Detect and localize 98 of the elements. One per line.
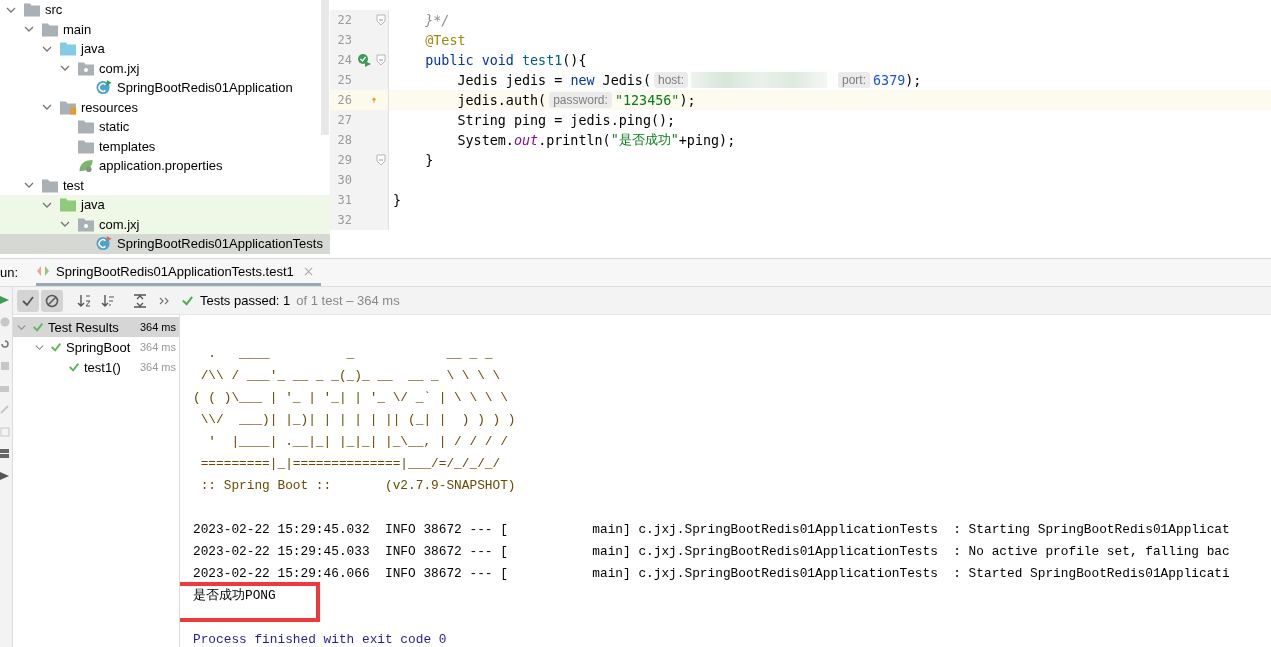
log-line: 2023-02-22 15:29:45.033 INFO 38672 --- [ main] c.jxj.SpringBootRedis01ApplicationTests : No active profile set, falling bac: [193, 543, 1231, 561]
tree-item[interactable]: test: [0, 175, 330, 195]
parameter-hint: port:: [838, 72, 871, 88]
line-number: 22: [336, 13, 352, 27]
test-summary: of 1 test – 364 ms: [296, 293, 400, 308]
tree-item[interactable]: java: [0, 39, 330, 59]
line-number: 31: [336, 193, 352, 207]
exit-message: Process finished with exit code 0: [193, 631, 448, 647]
run-test-icon[interactable]: [357, 53, 371, 67]
leaf-icon: [78, 158, 94, 174]
code-token: Jedis jedis =: [456, 72, 564, 88]
banner-line: . ____ _ __ _ _: [207, 345, 494, 363]
code-token: );: [905, 72, 922, 88]
expand-all-icon: [133, 293, 147, 308]
folder-icon: [60, 41, 76, 57]
folder-icon: [42, 177, 58, 193]
test-result-item[interactable]: Test Results 364 ms: [13, 317, 179, 337]
tree-item[interactable]: com.jxj: [0, 58, 330, 78]
log-line: 2023-02-22 15:29:45.032 INFO 38672 --- [ main] c.jxj.SpringBootRedis01ApplicationTests : Starting SpringBootRedis01Applicat: [193, 521, 1231, 539]
banner-line: :: Spring Boot :: (v2.7.9-SNAPSHOT): [199, 477, 517, 495]
tree-item[interactable]: com.jxj: [0, 214, 330, 234]
tree-item[interactable]: resources: [0, 97, 330, 117]
line-number: 26: [336, 93, 352, 107]
tree-item[interactable]: src: [0, 0, 330, 20]
folder-icon: [24, 2, 40, 18]
check-icon: [68, 361, 80, 373]
code-token: 6379: [873, 72, 906, 88]
code-token: (){: [562, 52, 587, 68]
class-icon: [96, 236, 112, 252]
show-ignored-button[interactable]: [41, 289, 63, 312]
program-output: 是否成功PONG: [193, 587, 277, 605]
test-run-icon: [36, 265, 50, 277]
line-number: 30: [336, 173, 352, 187]
folder-icon: [78, 138, 94, 154]
line-number: 23: [336, 33, 352, 47]
tree-item[interactable]: main: [0, 19, 330, 39]
line-number: 32: [336, 213, 352, 227]
tree-item[interactable]: java: [0, 195, 330, 215]
line-number: 27: [336, 113, 352, 127]
banner-line: ' |____| .__|_| |_|_| |_\__, | / / / /: [207, 433, 509, 451]
folder-icon: [42, 21, 58, 37]
code-token: void: [481, 52, 515, 68]
run-icon[interactable]: [0, 295, 10, 305]
code-token: System.: [456, 132, 514, 148]
folder-icon: [78, 119, 94, 135]
fold-icon[interactable]: [376, 14, 386, 26]
layout-icon[interactable]: [0, 449, 10, 459]
code-token: "123456": [614, 92, 680, 108]
tree-item[interactable]: static: [0, 117, 330, 137]
code-token: +ping);: [678, 132, 736, 148]
banner-line: ( ( )\___ | '_ | '_| | '_ \/ _` | \ \ \ \: [193, 389, 509, 407]
test-result-item[interactable]: SpringBoot 364 ms: [13, 337, 179, 357]
folder-icon: [60, 99, 76, 115]
code-token: public: [424, 52, 475, 68]
package-icon: [78, 216, 94, 232]
fold-icon[interactable]: [376, 154, 386, 166]
code-token: "是否成功": [610, 131, 679, 149]
code-token: .println(: [538, 132, 611, 148]
parameter-hint: host:: [654, 72, 688, 88]
package-icon: [78, 60, 94, 76]
code-token: }: [393, 192, 402, 208]
line-number: 25: [336, 73, 352, 87]
run-label: un:: [0, 265, 20, 280]
tree-item[interactable]: templates: [0, 136, 330, 156]
sort-icon: [101, 293, 115, 308]
line-number: 28: [336, 133, 352, 147]
code-token: @Test: [424, 32, 466, 48]
rerun-icon[interactable]: [0, 339, 10, 349]
close-icon[interactable]: [303, 266, 313, 276]
banner-line: /\\ / ___'_ __ _ _(_)_ __ __ _ \ \ \ \: [199, 367, 502, 385]
tree-item[interactable]: application.properties: [0, 156, 330, 176]
test-status: Tests passed: 1: [200, 293, 291, 308]
check-icon: [50, 341, 62, 353]
tree-item[interactable]: SpringBootRedis01ApplicationTests: [0, 234, 330, 254]
code-token: );: [679, 92, 696, 108]
code-token: String ping = jedis.ping();: [456, 112, 676, 128]
log-line: 2023-02-22 15:29:46.066 INFO 38672 --- [ main] c.jxj.SpringBootRedis01ApplicationTests : Started SpringBootRedis01Applicati: [193, 565, 1231, 583]
test-result-item[interactable]: test1() 364 ms: [13, 357, 179, 377]
code-token: }*/: [424, 12, 450, 28]
fold-icon[interactable]: [376, 54, 386, 66]
banner-line: \\/ ___)| |_)| | | | | || (_| | ) ) ) ): [199, 411, 517, 429]
tree-item[interactable]: SpringBootRedis01Application: [0, 78, 330, 98]
code-token: jedis.auth(: [456, 92, 547, 108]
check-icon: [181, 294, 194, 307]
class-icon: [96, 80, 112, 96]
code-token: }: [424, 152, 434, 168]
code-token: new: [570, 72, 595, 88]
code-token: out: [513, 132, 539, 148]
code-token: Jedis(: [601, 72, 651, 88]
line-number: 24: [336, 53, 352, 67]
parameter-hint: password:: [549, 92, 612, 108]
banner-line: =========|_|==============|___/=/_/_/_/: [199, 455, 502, 473]
no-entry-icon: [45, 293, 59, 308]
line-number: 29: [336, 153, 352, 167]
show-passed-button[interactable]: [17, 289, 39, 312]
sort-alphabetical-icon: [77, 293, 91, 308]
check-icon: [32, 321, 44, 333]
code-token: test1: [522, 52, 563, 68]
